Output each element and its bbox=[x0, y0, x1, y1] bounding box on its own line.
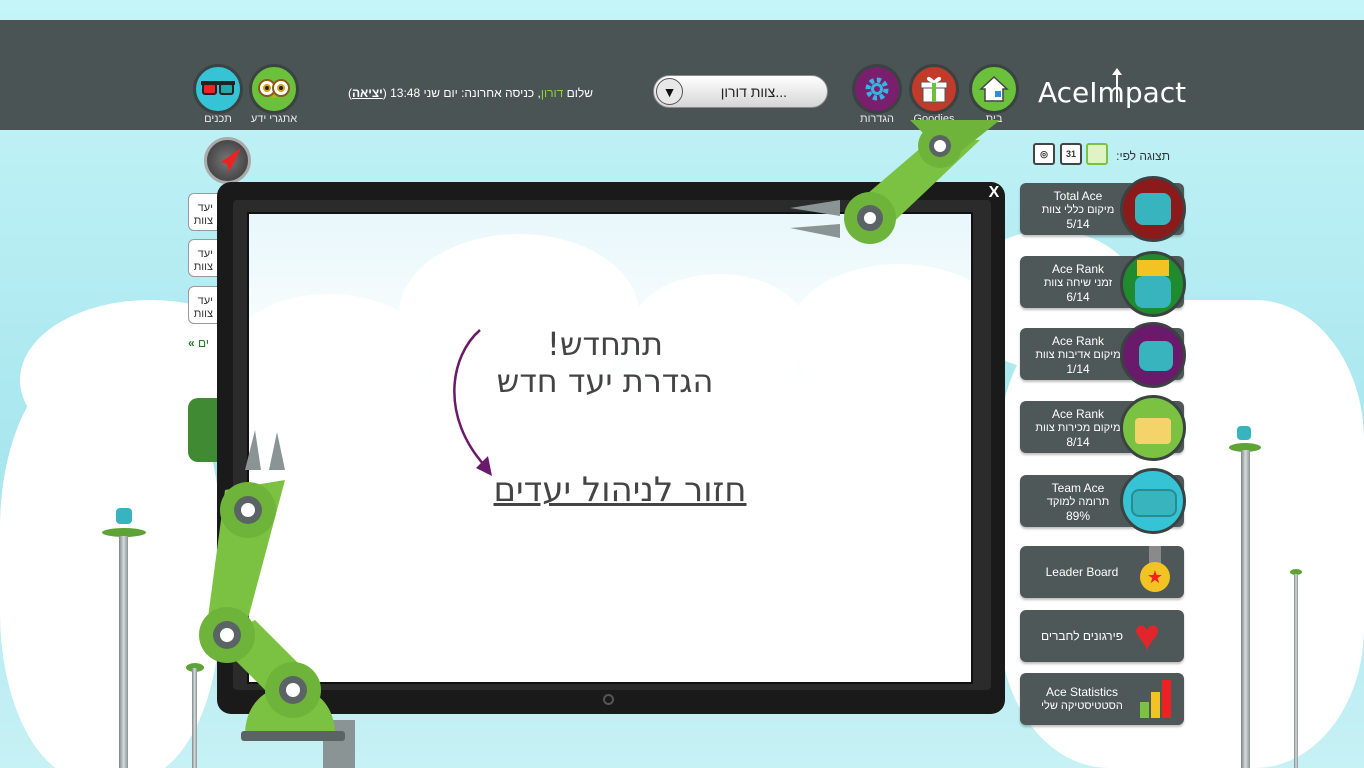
card-title: Total Ace bbox=[1053, 189, 1103, 203]
greeting-text: שלום דורון, כניסה אחרונה: יום שני 13:48 … bbox=[348, 86, 593, 100]
left-more-link[interactable]: « ים bbox=[188, 336, 209, 350]
left-more-label: ים bbox=[198, 336, 210, 350]
robot-figure bbox=[116, 508, 132, 524]
card-subtitle: מיקום כללי צוות bbox=[1041, 204, 1115, 216]
modal-screen bbox=[247, 212, 973, 684]
card-value: 1/14 bbox=[1066, 362, 1090, 376]
house-icon bbox=[979, 75, 1009, 102]
3d-glasses-icon bbox=[201, 81, 235, 95]
robotic-arm-bottom bbox=[199, 430, 355, 768]
medal-icon: ★ bbox=[1140, 546, 1170, 592]
card-title: Ace Rank bbox=[1051, 334, 1105, 348]
team-select[interactable]: ▼ צוות דורון... bbox=[653, 75, 828, 108]
knowledge-button[interactable] bbox=[249, 64, 299, 114]
home-button[interactable] bbox=[969, 64, 1019, 114]
app-logo[interactable]: AceImpact bbox=[1038, 68, 1187, 109]
logo-arrow-icon bbox=[1112, 68, 1122, 102]
pole bbox=[119, 536, 128, 768]
pole bbox=[1241, 450, 1250, 768]
calendar-day-icon[interactable]: 31 bbox=[1060, 143, 1082, 165]
robotic-arm-top bbox=[790, 120, 1000, 244]
card-title: Ace Rank bbox=[1051, 262, 1105, 276]
settings-button[interactable] bbox=[852, 64, 902, 114]
last-login: , כניסה אחרונה: יום שני 13:48 ( bbox=[382, 86, 541, 100]
pole bbox=[1294, 574, 1298, 768]
owl-icon bbox=[258, 79, 290, 98]
menu-label: Leader Board bbox=[1045, 565, 1119, 579]
content-label: תכנים bbox=[204, 113, 232, 125]
logout-link[interactable]: יציאה bbox=[352, 86, 383, 100]
gift-icon bbox=[920, 76, 948, 103]
cloud bbox=[789, 264, 971, 404]
content-button[interactable] bbox=[193, 64, 243, 114]
card-title: Team Ace bbox=[1051, 481, 1105, 495]
team-select-value: צוות דורון... bbox=[720, 84, 787, 100]
curved-arrow-icon bbox=[453, 329, 492, 476]
view-by-label: תצוגה לפי: bbox=[1116, 149, 1170, 163]
robot-figure bbox=[1237, 426, 1251, 440]
card-subtitle: תרומה למוקד bbox=[1046, 496, 1110, 508]
app-logo-text: AceImpact bbox=[1038, 76, 1187, 109]
menu-label: פירגונים לחברים bbox=[1040, 629, 1124, 643]
basket-robot-icon bbox=[1120, 395, 1186, 461]
card-subtitle: זמני שיחה צוות bbox=[1043, 277, 1113, 289]
double-chevron-icon: « bbox=[188, 336, 195, 350]
view-by-bar: תצוגה לפי: 31 ◎ bbox=[1030, 141, 1170, 169]
menu-label: Ace Statistics bbox=[1045, 685, 1119, 699]
goodies-button[interactable] bbox=[909, 64, 959, 114]
power-button-icon bbox=[603, 694, 614, 705]
card-value: 8/14 bbox=[1066, 435, 1090, 449]
navigation-arrow-icon bbox=[221, 148, 241, 172]
compass-icon[interactable] bbox=[204, 137, 251, 184]
trophy-robot-icon bbox=[1120, 322, 1186, 388]
gear-icon bbox=[865, 77, 889, 101]
crown-robot-icon bbox=[1120, 251, 1186, 317]
card-title: Ace Rank bbox=[1051, 407, 1105, 421]
card-value: 89% bbox=[1065, 509, 1091, 523]
card-subtitle: מיקום מכירות צוות bbox=[1035, 422, 1121, 434]
card-subtitle: מיקום אדיבות צוות bbox=[1035, 349, 1121, 361]
card-value: 6/14 bbox=[1066, 290, 1090, 304]
chevron-down-icon[interactable]: ▼ bbox=[656, 78, 683, 105]
greeting-prefix: שלום bbox=[566, 86, 593, 100]
menu-sublabel: הסטטיסטיקה שלי bbox=[1041, 700, 1123, 712]
laurel-robot-icon bbox=[1120, 176, 1186, 242]
cloud bbox=[0, 360, 220, 768]
calendar-month-icon[interactable] bbox=[1086, 143, 1108, 165]
target-icon[interactable]: ◎ bbox=[1033, 143, 1055, 165]
bar-chart-icon bbox=[1138, 678, 1174, 718]
heart-icon: ♥ bbox=[1134, 611, 1161, 660]
back-to-goals-link[interactable]: חזור לניהול יעדים bbox=[480, 470, 760, 510]
user-name: דורון bbox=[540, 86, 564, 100]
card-value: 5/14 bbox=[1066, 217, 1090, 231]
team-robots-icon bbox=[1120, 468, 1186, 534]
